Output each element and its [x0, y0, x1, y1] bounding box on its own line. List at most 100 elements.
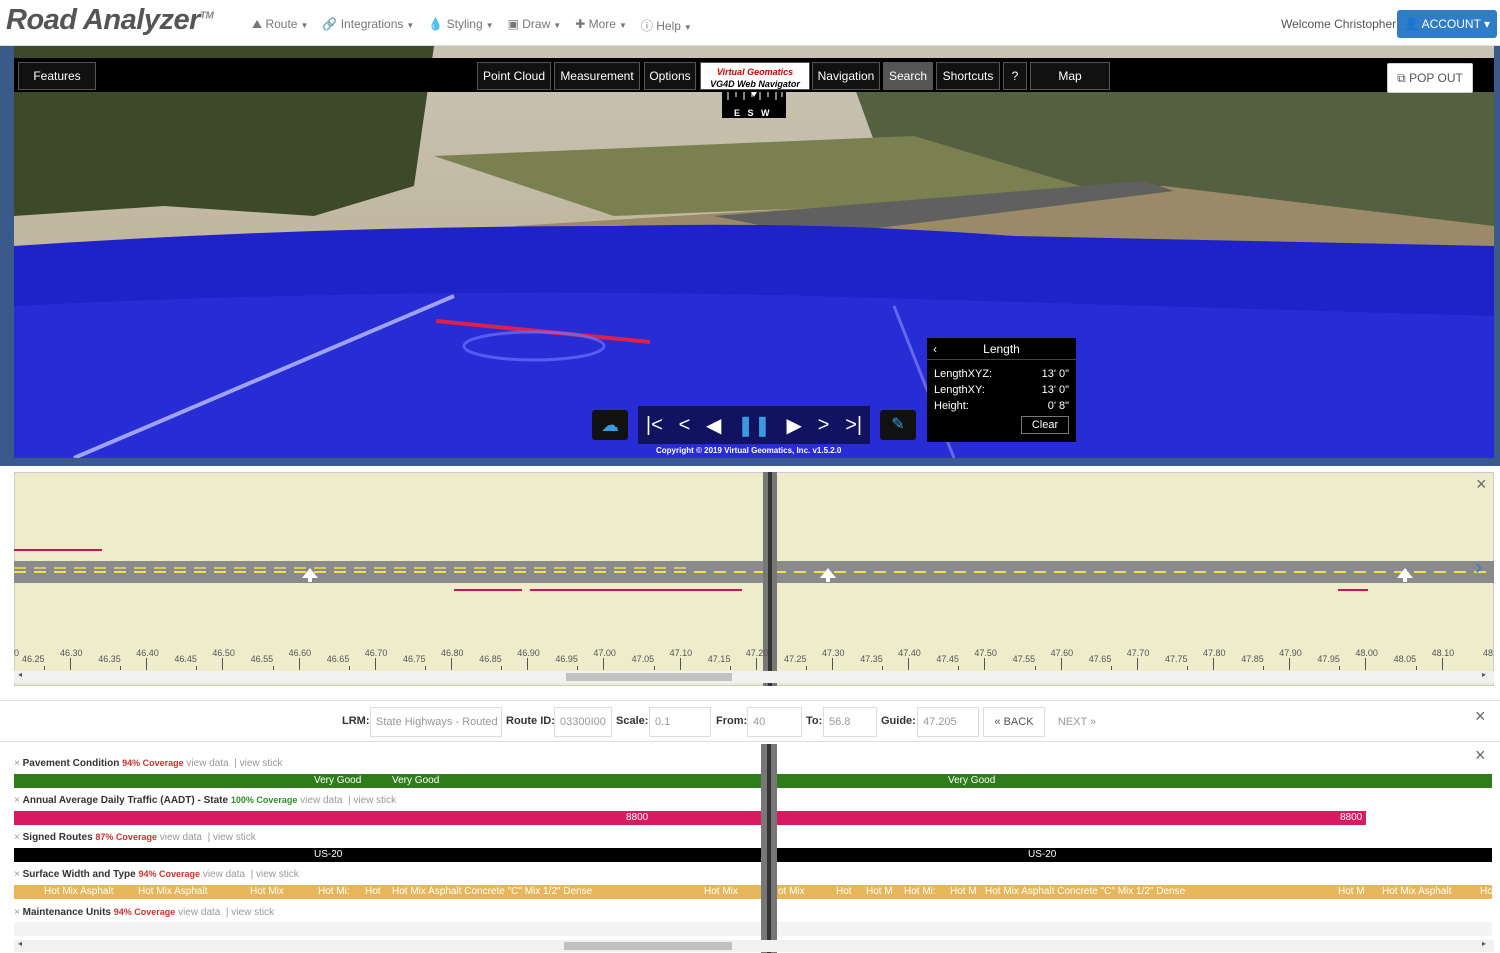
scroll-right-icon[interactable]: ▸ — [1482, 670, 1486, 679]
close-icon[interactable]: × — [1475, 746, 1486, 764]
signed-routes-bar[interactable]: US-20 US-20 — [14, 848, 1492, 862]
tick-label: 47.40 — [898, 648, 921, 658]
back-arrow-icon[interactable]: ‹ — [933, 338, 937, 360]
app-logo[interactable]: Road AnalyzerTM — [6, 4, 214, 37]
maintenance-bar[interactable] — [14, 922, 1492, 936]
scroll-left-icon[interactable]: ◂ — [18, 939, 22, 948]
cloud-icon[interactable]: ☁ — [592, 410, 628, 440]
remove-layer-icon[interactable]: × — [14, 758, 23, 769]
tick-mark — [527, 658, 529, 670]
tick-mark — [603, 658, 605, 670]
step-back-icon[interactable]: < — [679, 414, 691, 437]
pop-out-button[interactable]: ⧉ POP OUT — [1387, 63, 1473, 93]
back-button[interactable]: « BACK — [983, 707, 1045, 737]
navigation-button[interactable]: Navigation — [812, 62, 880, 90]
info-icon: ⓘ — [640, 19, 653, 33]
stick-scrollbar[interactable]: ◂ ▸ — [14, 670, 1494, 683]
scroll-thumb[interactable] — [566, 673, 732, 681]
to-input[interactable]: 56.8 — [823, 707, 877, 737]
account-button[interactable]: 👤 ACCOUNT ▾ — [1397, 10, 1497, 38]
tick-mark — [882, 666, 884, 670]
remove-layer-icon[interactable]: × — [14, 832, 23, 843]
tick-label: 47.20 — [745, 648, 769, 658]
map-button[interactable]: Map — [1030, 62, 1110, 90]
length-row: LengthXYZ: 13' 0" — [934, 368, 1069, 380]
position-cursor-bottom[interactable] — [761, 744, 777, 953]
search-button[interactable]: Search — [883, 62, 933, 90]
pencil-icon[interactable]: ✎ — [880, 410, 916, 440]
caret-icon: ▼ — [618, 21, 627, 30]
aadt-bar[interactable]: 8800 8800 — [14, 811, 1366, 825]
next-button[interactable]: NEXT » — [1049, 707, 1105, 737]
view-stick-link[interactable]: | view stick — [226, 907, 274, 918]
tick-mark — [298, 658, 300, 670]
view-stick-link[interactable]: | view stick — [348, 795, 396, 806]
scroll-right-icon[interactable]: ▸ — [1482, 939, 1486, 948]
tick-mark — [1365, 658, 1367, 670]
menu-draw[interactable]: ▣ Draw ▼ — [508, 17, 562, 34]
skip-start-icon[interactable]: |< — [646, 414, 663, 437]
close-icon[interactable]: × — [1476, 475, 1487, 493]
tick-label: 47.90 — [1279, 648, 1302, 658]
length-row: LengthXY: 13' 0" — [934, 384, 1069, 396]
tick-mark — [1187, 666, 1188, 670]
options-button[interactable]: Options — [644, 62, 696, 90]
view-stick-link[interactable]: | view stick — [234, 758, 282, 769]
caret-icon: ▼ — [683, 23, 692, 32]
turn-arrow-icon — [820, 568, 836, 582]
lrm-select[interactable]: State Highways - Routed — [370, 707, 502, 737]
step-forward-icon[interactable]: > — [818, 414, 830, 437]
picture-icon: ▣ — [507, 17, 519, 31]
layer-title-aadt: × Annual Average Daily Traffic (AADT) - … — [14, 795, 397, 806]
point-cloud-button[interactable]: Point Cloud — [477, 62, 551, 90]
tick-mark — [1213, 658, 1214, 670]
close-icon[interactable]: × — [1475, 707, 1486, 725]
tick-label: 46.90 — [517, 648, 540, 658]
view-stick-link[interactable]: | view stick — [208, 832, 256, 843]
remove-layer-icon[interactable]: × — [14, 869, 23, 880]
road-icon: ⛰ — [252, 17, 263, 31]
skip-end-icon[interactable]: >| — [845, 414, 862, 437]
view-data-link[interactable]: view data — [300, 795, 342, 806]
clear-button[interactable]: Clear — [1021, 416, 1069, 434]
tick-mark — [1441, 658, 1443, 670]
view-data-link[interactable]: view data — [178, 907, 220, 918]
view-data-link[interactable]: view data — [186, 758, 228, 769]
features-button[interactable]: Features — [18, 62, 96, 90]
measurement-button[interactable]: Measurement — [554, 62, 640, 90]
help-button[interactable]: ? — [1003, 62, 1027, 90]
tick-mark — [577, 666, 579, 670]
chevron-right-icon[interactable]: › — [1475, 556, 1482, 578]
view-stick-link[interactable]: | view stick — [251, 869, 299, 880]
shortcuts-button[interactable]: Shortcuts — [936, 62, 1000, 90]
compass: E S W — [722, 90, 786, 118]
remove-layer-icon[interactable]: × — [14, 907, 23, 918]
surface-bar[interactable]: Hot Mix Asphalt Hot Mix Asphalt Hot Mix … — [14, 885, 1492, 899]
pavement-bar[interactable]: Very Good Very Good Very Good — [14, 774, 1492, 788]
tick-label: 47.55 — [1012, 654, 1036, 664]
remove-layer-icon[interactable]: × — [14, 795, 23, 806]
view-data-link[interactable]: view data — [203, 869, 245, 880]
scroll-thumb[interactable] — [564, 942, 732, 950]
menu-styling[interactable]: 💧 Styling ▼ — [428, 17, 493, 34]
menu-help[interactable]: ⓘ Help ▼ — [641, 17, 692, 34]
tick-mark — [806, 666, 807, 670]
play-icon[interactable]: ▶ — [787, 413, 802, 438]
pause-icon[interactable]: ❚❚ — [737, 413, 771, 438]
layers-scrollbar[interactable]: ◂ ▸ — [14, 939, 1494, 952]
tick-label: 48.00 — [1355, 648, 1378, 658]
from-input[interactable]: 40 — [747, 707, 802, 737]
menu-more[interactable]: ✚ More ▼ — [575, 17, 627, 34]
tick-label: 46.95 — [555, 654, 578, 664]
scale-input[interactable]: 0.1 — [649, 707, 711, 737]
view-data-link[interactable]: view data — [160, 832, 202, 843]
route-id-input[interactable]: 03300I00 — [554, 707, 612, 737]
scroll-left-icon[interactable]: ◂ — [18, 670, 22, 679]
menu-route[interactable]: ⛰ Route ▼ — [252, 17, 308, 34]
tick-label: 47.85 — [1241, 654, 1264, 664]
menu-integrations[interactable]: 🔗 Integrations ▼ — [322, 17, 414, 34]
top-navbar: Road AnalyzerTM ⛰ Route ▼ 🔗 Integrations ▼… — [0, 0, 1500, 46]
length-row: Height: 0' 8" — [934, 400, 1069, 412]
guide-input[interactable]: 47.205 — [917, 707, 979, 737]
play-reverse-icon[interactable]: ◀ — [706, 413, 721, 438]
